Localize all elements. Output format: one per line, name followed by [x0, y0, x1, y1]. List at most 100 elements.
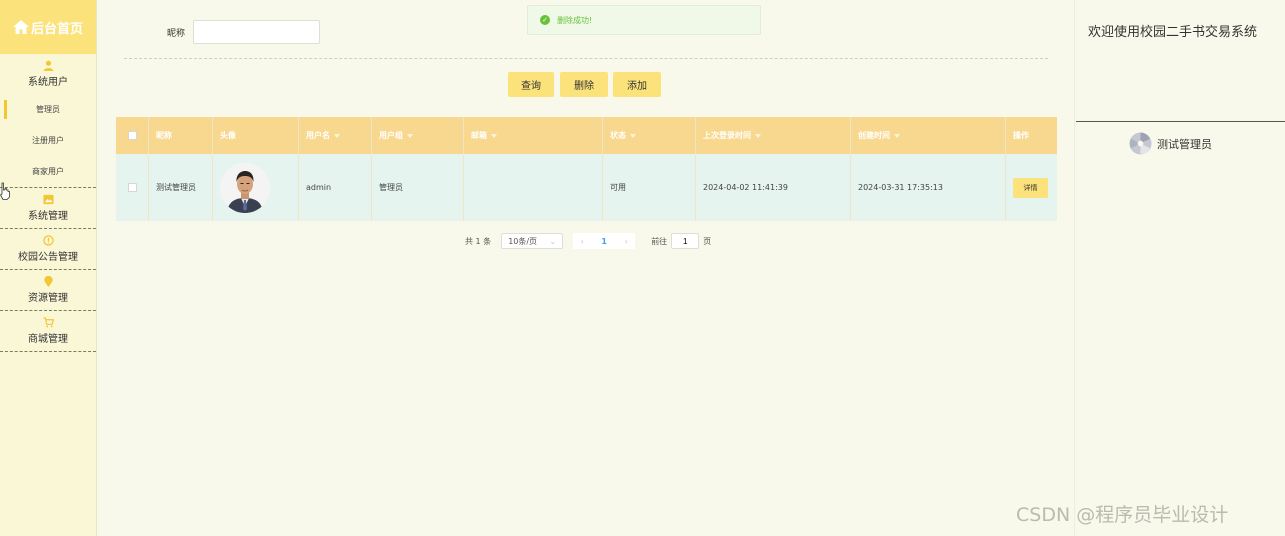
page-size-value: 10条/页: [508, 236, 538, 246]
divider: [1076, 121, 1285, 122]
sort-icon[interactable]: [755, 133, 761, 138]
cell-text: 测试管理员: [156, 183, 196, 192]
sidebar-item-registered-users[interactable]: 注册用户: [0, 125, 96, 156]
pagination: 共 1 条 10条/页 ⌄ ‹ 1 › 前往 页: [465, 233, 711, 249]
page-unit-label: 页: [703, 236, 712, 246]
sort-icon[interactable]: [491, 133, 497, 138]
current-user[interactable]: 测试管理员: [1129, 132, 1212, 155]
user-name: 测试管理员: [1157, 137, 1212, 151]
header-group[interactable]: 用户组: [372, 117, 464, 154]
toast-message: 删除成功!: [557, 15, 593, 25]
select-all-checkbox[interactable]: [127, 131, 137, 140]
add-button[interactable]: 添加: [613, 72, 661, 97]
cell-username: admin: [299, 154, 372, 221]
nickname-search-input[interactable]: [193, 20, 320, 44]
menu-resource-management[interactable]: 资源管理: [0, 270, 96, 310]
right-panel: 欢迎使用校园二手书交易系统 测试管理员: [1074, 0, 1285, 536]
sidebar-item-label: 商家用户: [32, 167, 64, 176]
sort-icon[interactable]: [894, 133, 900, 138]
table-row: 测试管理员 admin 管理员 可用 2024-04-02 11:41:39 2…: [116, 154, 1057, 221]
menu-label: 系统管理: [28, 211, 68, 222]
prev-page-button[interactable]: ‹: [573, 233, 592, 249]
user-icon: [43, 60, 53, 71]
header-label: 用户组: [379, 131, 403, 140]
brand-home[interactable]: 后台首页: [0, 0, 96, 54]
user-avatar-icon: [1129, 132, 1152, 155]
menu-group-resource-management: 资源管理: [0, 270, 96, 311]
cell-text: admin: [306, 183, 332, 192]
goto-label: 前往: [651, 236, 668, 246]
sidebar-item-admin[interactable]: 管理员: [0, 94, 96, 125]
search-label: 昵称: [167, 29, 186, 39]
avatar-photo-icon: [220, 162, 270, 213]
image-icon: [42, 194, 54, 205]
pagination-total: 共 1 条: [465, 236, 492, 246]
cell-last-login: 2024-04-02 11:41:39: [696, 154, 851, 221]
menu-system-users[interactable]: 系统用户: [0, 54, 96, 94]
sort-icon[interactable]: [334, 133, 340, 138]
header-nickname: 昵称: [149, 117, 213, 154]
cell-avatar: [213, 154, 299, 221]
location-icon: [43, 276, 53, 287]
detail-button[interactable]: 详情: [1013, 177, 1048, 198]
check-circle-icon: ✓: [540, 15, 550, 25]
header-status[interactable]: 状态: [603, 117, 696, 154]
welcome-text: 欢迎使用校园二手书交易系统: [1088, 25, 1258, 40]
next-page-button[interactable]: ›: [617, 233, 636, 249]
query-button[interactable]: 查询: [508, 72, 554, 97]
sidebar: 后台首页 系统用户 管理员 注册用户 商家用户 系统管理 校园公告管理 资源管理…: [0, 0, 97, 536]
header-label: 头像: [220, 131, 236, 140]
row-checkbox[interactable]: [127, 183, 137, 192]
cell-group: 管理员: [372, 154, 464, 221]
cart-icon: [42, 317, 54, 328]
header-created[interactable]: 创建时间: [851, 117, 1006, 154]
header-label: 邮箱: [471, 131, 487, 140]
page-size-select[interactable]: 10条/页 ⌄: [501, 233, 564, 249]
info-icon: [42, 235, 54, 246]
menu-group-notice-management: 校园公告管理: [0, 229, 96, 270]
menu-group-system-management: 系统管理: [0, 188, 96, 229]
header-avatar: 头像: [213, 117, 299, 154]
chevron-down-icon: ⌄: [549, 236, 557, 246]
sort-icon[interactable]: [407, 133, 413, 138]
menu-label: 资源管理: [28, 293, 68, 304]
avatar: [220, 162, 270, 213]
header-actions: 操作: [1006, 117, 1057, 154]
header-label: 上次登录时间: [703, 131, 751, 140]
header-label: 创建时间: [858, 131, 890, 140]
cell-text: 管理员: [379, 183, 403, 192]
header-label: 状态: [610, 131, 626, 140]
row-select-cell: [116, 154, 149, 221]
menu-group-system-users: 系统用户 管理员 注册用户 商家用户: [0, 54, 96, 188]
sidebar-item-merchant-users[interactable]: 商家用户: [0, 156, 96, 187]
table-header: 昵称 头像 用户名 用户组 邮箱 状态 上次登录时间 创建时间 操作: [116, 117, 1057, 154]
cell-created: 2024-03-31 17:35:13: [851, 154, 1006, 221]
menu-notice-management[interactable]: 校园公告管理: [0, 229, 96, 269]
goto-page-input[interactable]: [671, 233, 700, 249]
header-last-login[interactable]: 上次登录时间: [696, 117, 851, 154]
menu-label: 系统用户: [28, 77, 68, 88]
menu-group-mall-management: 商城管理: [0, 311, 96, 352]
cell-nickname: 测试管理员: [149, 154, 213, 221]
menu-system-management[interactable]: 系统管理: [0, 188, 96, 228]
header-label: 用户名: [306, 131, 330, 140]
cell-actions: 详情: [1006, 154, 1057, 221]
sort-icon[interactable]: [630, 133, 636, 138]
delete-button[interactable]: 删除: [560, 72, 608, 97]
home-icon: [12, 20, 29, 34]
header-username[interactable]: 用户名: [299, 117, 372, 154]
cell-email: [464, 154, 603, 221]
cell-status: 可用: [603, 154, 696, 221]
menu-label: 校园公告管理: [18, 252, 78, 263]
page-number[interactable]: 1: [591, 233, 618, 249]
header-label: 操作: [1013, 131, 1029, 140]
success-toast: ✓ 删除成功!: [527, 5, 761, 35]
divider: [124, 58, 1048, 59]
cell-text: 2024-03-31 17:35:13: [858, 183, 943, 192]
header-email[interactable]: 邮箱: [464, 117, 603, 154]
brand-title: 后台首页: [30, 21, 83, 37]
menu-mall-management[interactable]: 商城管理: [0, 311, 96, 351]
header-label: 昵称: [156, 131, 172, 140]
select-all-cell: [116, 117, 149, 154]
hand-cursor-icon: [0, 182, 10, 200]
